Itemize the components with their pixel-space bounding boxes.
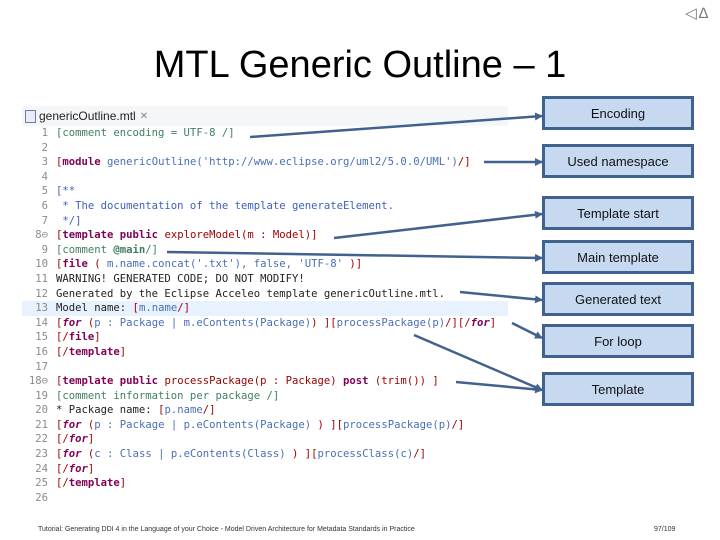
callout-main-template: Main template: [542, 240, 694, 274]
arrow-generated-text: [459, 290, 543, 304]
callout-generated-text: Generated text: [542, 282, 694, 316]
callout-template: Template: [542, 372, 694, 406]
arrow-for-loop: [511, 321, 543, 340]
callout-encoding: Encoding: [542, 96, 694, 130]
callout-used-namespace: Used namespace: [542, 144, 694, 178]
arrow-encoding: [249, 112, 543, 139]
arrow-main-template: [166, 250, 543, 262]
arrow-template-start: [333, 210, 543, 240]
footer-text: Tutorial: Generating DDI 4 in the Langua…: [38, 526, 415, 533]
callout-template-start: Template start: [542, 196, 694, 230]
callout-for-loop: For loop: [542, 324, 694, 358]
arrow-template-1: [413, 333, 543, 392]
page-number: 97/109: [654, 526, 676, 533]
